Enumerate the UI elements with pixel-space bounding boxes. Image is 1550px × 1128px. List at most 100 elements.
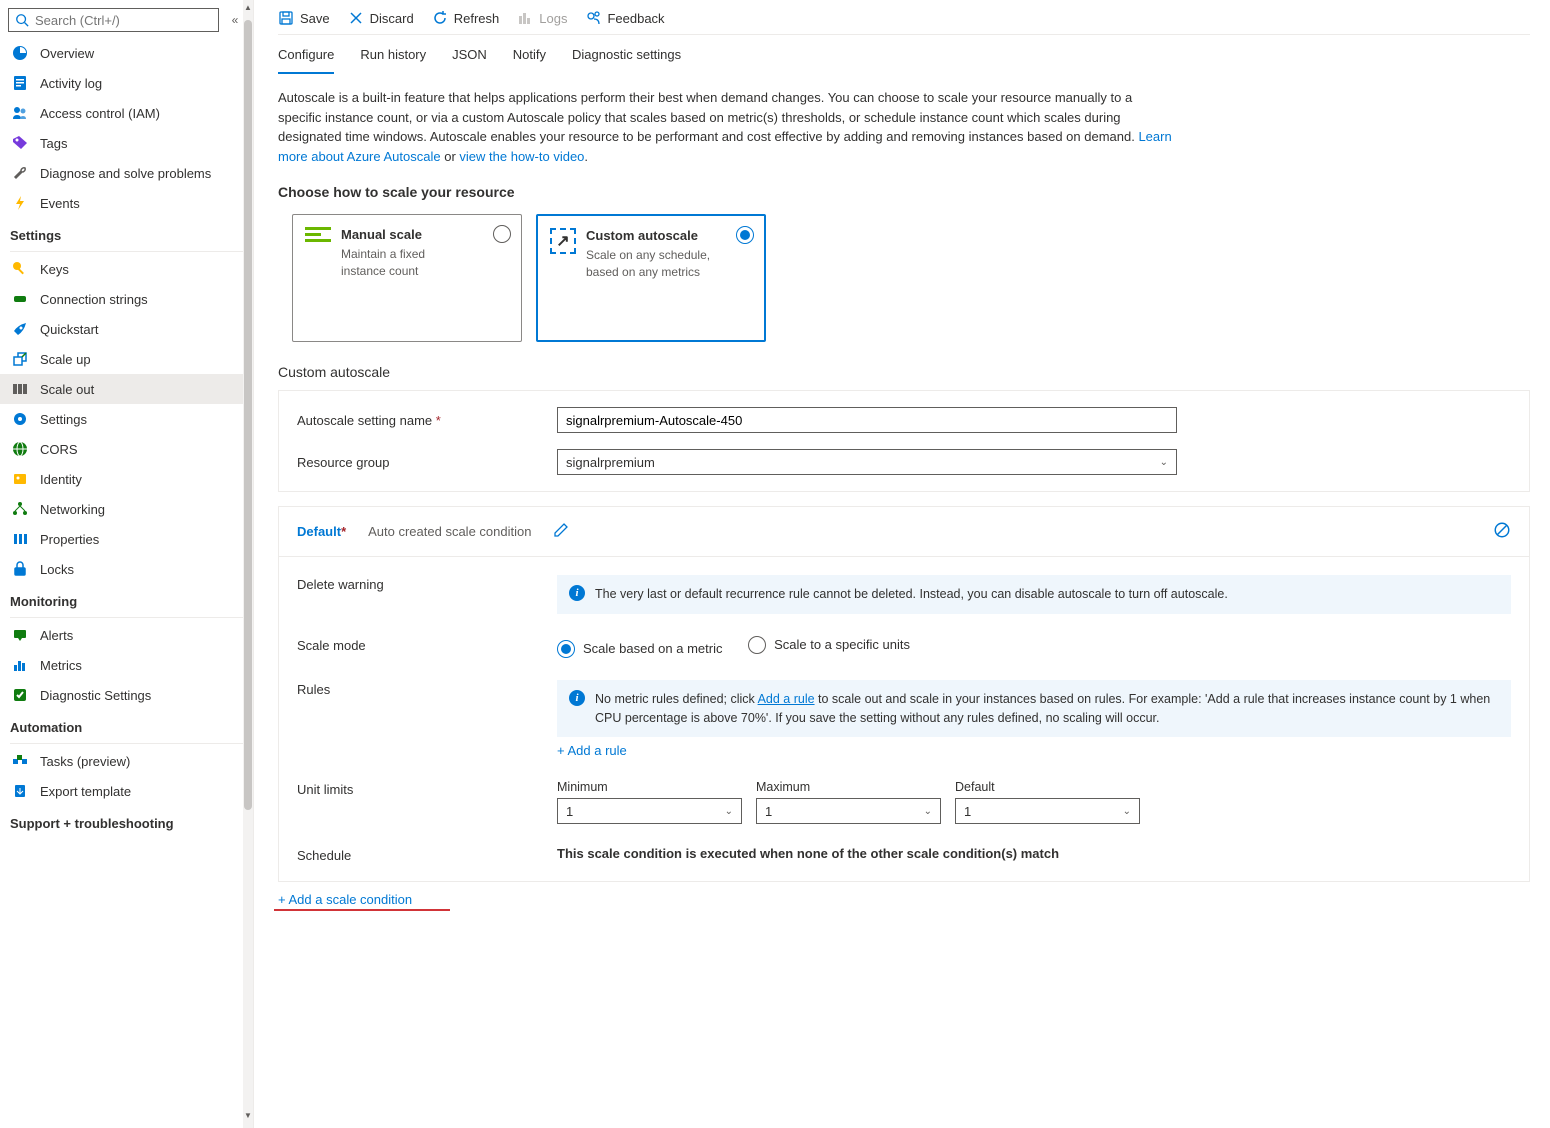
scale-metric-radio[interactable]: Scale based on a metric	[557, 640, 722, 658]
nav-keys[interactable]: Keys	[0, 254, 253, 284]
nav-metrics[interactable]: Metrics	[0, 650, 253, 680]
feedback-button[interactable]: Feedback	[585, 10, 664, 26]
scale-up-icon	[12, 351, 28, 367]
tab-notify[interactable]: Notify	[513, 47, 546, 74]
add-scale-condition-link[interactable]: + Add a scale condition	[278, 892, 412, 907]
nav-tags[interactable]: Tags	[0, 128, 253, 158]
chevron-down-icon: ⌄	[1160, 457, 1168, 468]
default-badge: Default*	[297, 524, 346, 539]
card-title: Manual scale	[341, 227, 471, 242]
radio-unchecked-icon	[748, 636, 766, 654]
nav-networking[interactable]: Networking	[0, 494, 253, 524]
save-button[interactable]: Save	[278, 10, 330, 26]
add-rule-inline-link[interactable]: Add a rule	[758, 692, 815, 706]
nav-section-automation: Automation	[0, 710, 253, 741]
autoscale-name-label: Autoscale setting name *	[297, 413, 557, 428]
properties-icon	[12, 531, 28, 547]
search-icon	[15, 13, 29, 27]
nav-overview[interactable]: Overview	[0, 38, 253, 68]
nav-scale-up[interactable]: Scale up	[0, 344, 253, 374]
tab-json[interactable]: JSON	[452, 47, 487, 74]
nav-export-template[interactable]: Export template	[0, 776, 253, 806]
overview-icon	[12, 45, 28, 61]
sidebar-scrollbar[interactable]: ▲ ▼	[243, 0, 253, 1128]
chevron-down-icon: ⌄	[1123, 806, 1131, 817]
schedule-label: Schedule	[297, 846, 557, 863]
default-label: Default	[955, 780, 1140, 794]
schedule-message: This scale condition is executed when no…	[557, 846, 1511, 863]
key-icon	[12, 261, 28, 277]
nav-settings[interactable]: Settings	[0, 404, 253, 434]
identity-icon	[12, 471, 28, 487]
max-label: Maximum	[756, 780, 941, 794]
refresh-button[interactable]: Refresh	[432, 10, 500, 26]
resource-group-select[interactable]: signalrpremium ⌄	[557, 449, 1177, 475]
manual-scale-icon	[305, 227, 331, 329]
card-title: Custom autoscale	[586, 228, 716, 243]
scale-mode-cards: Manual scale Maintain a fixed instance c…	[292, 214, 1530, 342]
export-icon	[12, 783, 28, 799]
default-select[interactable]: 1⌄	[955, 798, 1140, 824]
network-icon	[12, 501, 28, 517]
add-rule-link[interactable]: + Add a rule	[557, 743, 627, 758]
nav-cors[interactable]: CORS	[0, 434, 253, 464]
resource-group-label: Resource group	[297, 455, 557, 470]
scale-mode-label: Scale mode	[297, 636, 557, 658]
search-box[interactable]	[8, 8, 219, 32]
scroll-thumb[interactable]	[244, 20, 252, 810]
delete-warning-label: Delete warning	[297, 575, 557, 614]
custom-autoscale-icon: ↗	[550, 228, 576, 254]
log-icon	[12, 75, 28, 91]
nav-section-settings: Settings	[0, 218, 253, 249]
scroll-up-arrow[interactable]: ▲	[243, 3, 253, 17]
sidebar: « Overview Activity log Access control (…	[0, 0, 254, 1128]
manual-scale-card[interactable]: Manual scale Maintain a fixed instance c…	[292, 214, 522, 342]
rocket-icon	[12, 321, 28, 337]
rules-info-box: i No metric rules defined; click Add a r…	[557, 680, 1511, 738]
x-icon	[348, 10, 364, 26]
diag-icon	[12, 687, 28, 703]
deny-icon[interactable]	[1493, 521, 1511, 542]
nav-properties[interactable]: Properties	[0, 524, 253, 554]
unit-limits-label: Unit limits	[297, 780, 557, 824]
custom-autoscale-card[interactable]: ↗ Custom autoscale Scale on any schedule…	[536, 214, 766, 342]
nav-locks[interactable]: Locks	[0, 554, 253, 584]
collapse-sidebar-button[interactable]: «	[225, 13, 245, 27]
scale-units-radio[interactable]: Scale to a specific units	[748, 636, 910, 654]
edit-icon[interactable]	[553, 522, 569, 541]
intro-text: Autoscale is a built-in feature that hel…	[278, 74, 1178, 184]
max-select[interactable]: 1⌄	[756, 798, 941, 824]
nav-identity[interactable]: Identity	[0, 464, 253, 494]
radio-unchecked	[493, 225, 511, 243]
scroll-down-arrow[interactable]: ▼	[243, 1111, 253, 1125]
logs-button: Logs	[517, 10, 567, 26]
discard-button[interactable]: Discard	[348, 10, 414, 26]
bolt-icon	[12, 195, 28, 211]
info-icon: i	[569, 585, 585, 601]
tab-diagnostic-settings[interactable]: Diagnostic settings	[572, 47, 681, 74]
radio-checked-icon	[557, 640, 575, 658]
globe-icon	[12, 441, 28, 457]
autoscale-name-input[interactable]	[557, 407, 1177, 433]
condition-subtitle: Auto created scale condition	[368, 524, 531, 539]
nav-alerts[interactable]: Alerts	[0, 620, 253, 650]
nav-scale-out[interactable]: Scale out	[0, 374, 253, 404]
nav-access-control[interactable]: Access control (IAM)	[0, 98, 253, 128]
iam-icon	[12, 105, 28, 121]
chevron-down-icon: ⌄	[725, 806, 733, 817]
nav-events[interactable]: Events	[0, 188, 253, 218]
nav-diagnostic-settings[interactable]: Diagnostic Settings	[0, 680, 253, 710]
tab-run-history[interactable]: Run history	[360, 47, 426, 74]
tab-configure[interactable]: Configure	[278, 47, 334, 74]
metrics-icon	[12, 657, 28, 673]
howto-video-link[interactable]: view the how-to video	[459, 149, 584, 164]
nav-activity-log[interactable]: Activity log	[0, 68, 253, 98]
nav-diagnose[interactable]: Diagnose and solve problems	[0, 158, 253, 188]
nav-connection-strings[interactable]: Connection strings	[0, 284, 253, 314]
search-input[interactable]	[35, 13, 212, 28]
nav-quickstart[interactable]: Quickstart	[0, 314, 253, 344]
info-icon: i	[569, 690, 585, 706]
delete-warning-box: i The very last or default recurrence ru…	[557, 575, 1511, 614]
nav-tasks[interactable]: Tasks (preview)	[0, 746, 253, 776]
min-select[interactable]: 1⌄	[557, 798, 742, 824]
